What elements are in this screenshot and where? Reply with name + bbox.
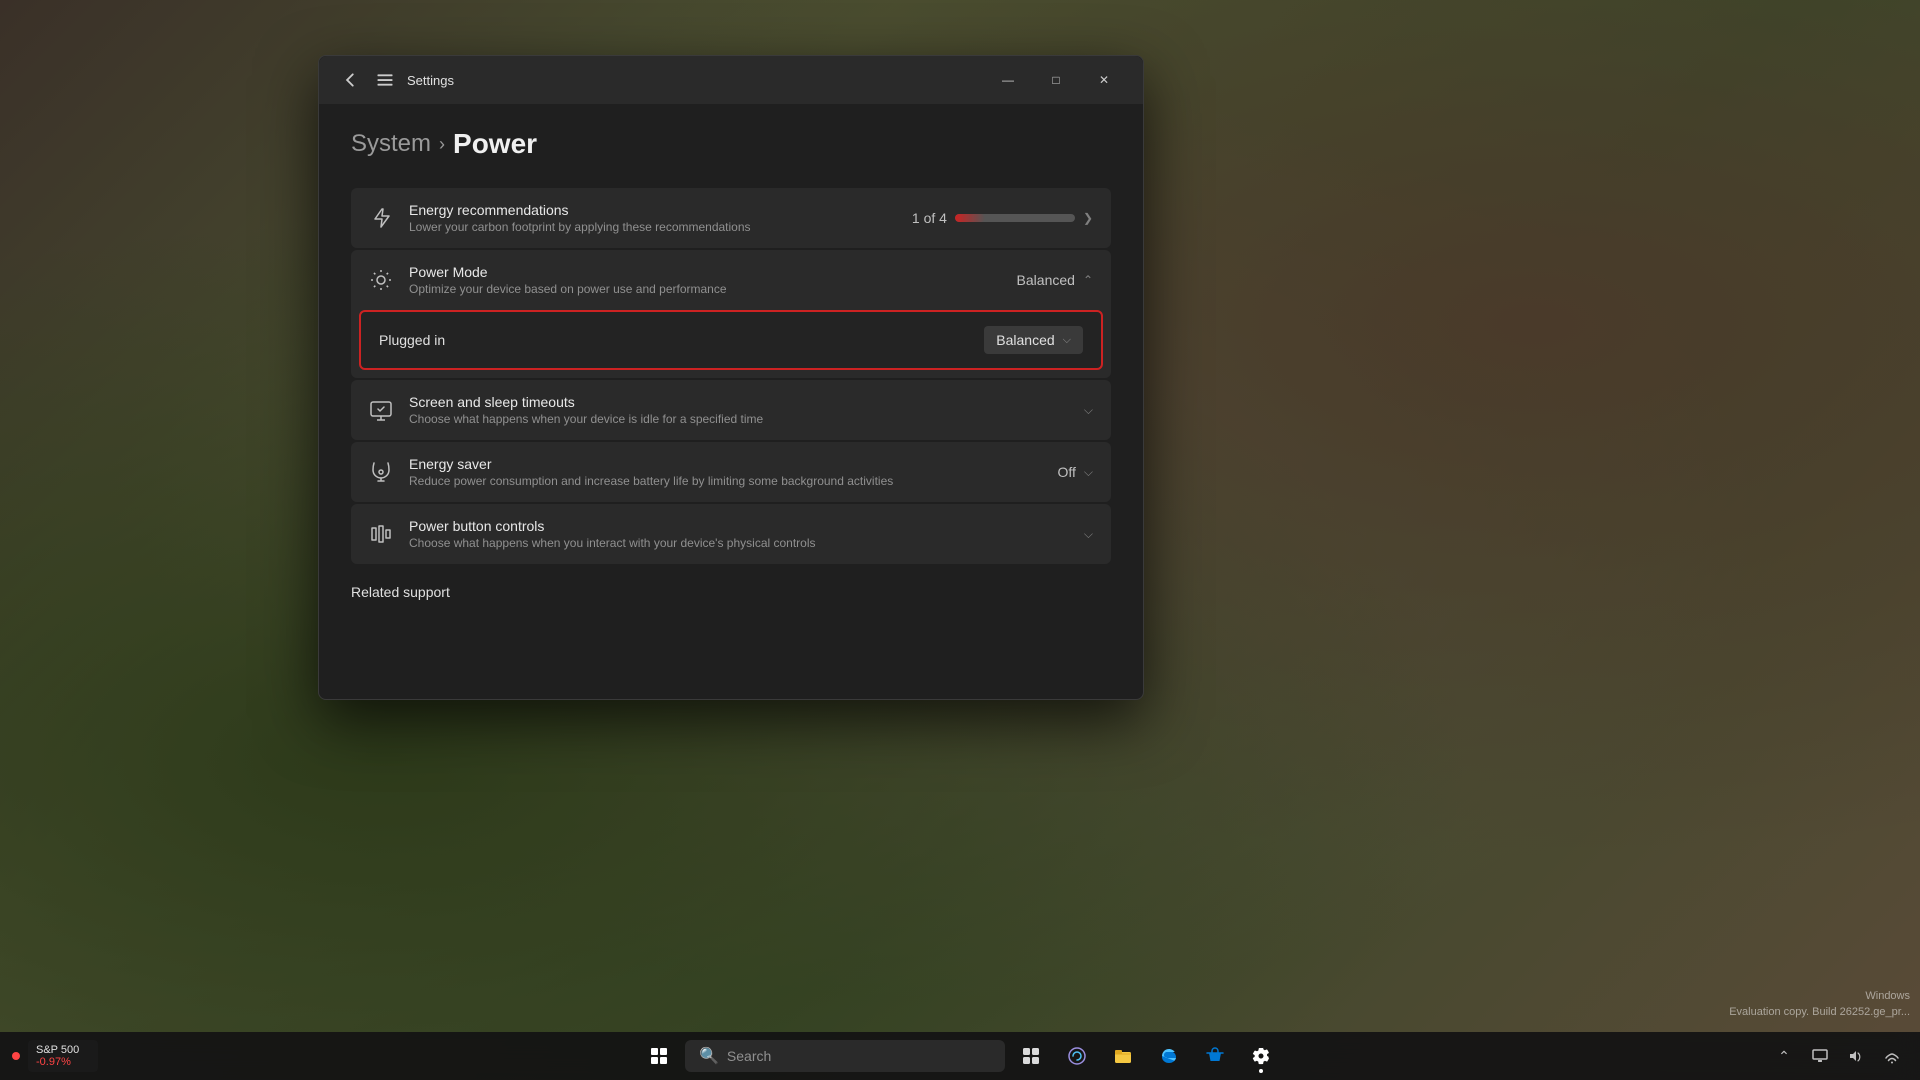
breadcrumb-current: Power — [453, 128, 537, 160]
energy-saver-text: Energy saver Reduce power consumption an… — [409, 456, 1041, 488]
power-button-right: ⌵ — [1084, 527, 1093, 542]
energy-progress-bar — [955, 214, 1075, 222]
screen-sleep-desc: Choose what happens when your device is … — [409, 412, 1068, 426]
power-mode-title: Power Mode — [409, 264, 1001, 280]
power-button-title: Power button controls — [409, 518, 1068, 534]
related-support-label: Related support — [351, 584, 450, 600]
energy-recommendations-desc: Lower your carbon footprint by applying … — [409, 220, 896, 234]
energy-recommendations-chevron-icon: ❯ — [1083, 211, 1093, 225]
windows-watermark: Windows Evaluation copy. Build 26252.ge_… — [1729, 989, 1910, 1020]
store-button[interactable] — [1195, 1036, 1235, 1076]
window-title: Settings — [407, 73, 454, 88]
settings-window: Settings — □ ✕ System › Power — [318, 55, 1144, 700]
screen-sleep-title: Screen and sleep timeouts — [409, 394, 1068, 410]
taskbar-search-icon: 🔍 — [699, 1046, 719, 1066]
screen-sleep-right: ⌵ — [1084, 403, 1093, 418]
settings-app-button[interactable] — [1241, 1036, 1281, 1076]
energy-recommendations-item[interactable]: Energy recommendations Lower your carbon… — [351, 188, 1111, 248]
title-bar: Settings — □ ✕ — [319, 56, 1143, 104]
stock-ticker[interactable]: S&P 500 -0.97% — [28, 1040, 98, 1072]
energy-saver-value: Off — [1057, 464, 1075, 480]
settings-content: System › Power Energy recommendations Lo… — [319, 104, 1143, 699]
maximize-button[interactable]: □ — [1033, 64, 1079, 96]
hamburger-menu-button[interactable] — [371, 66, 399, 94]
display-icon[interactable] — [1804, 1040, 1836, 1072]
watermark-line2: Evaluation copy. Build 26252.ge_pr... — [1729, 1005, 1910, 1020]
minimize-button[interactable]: — — [985, 64, 1031, 96]
screen-sleep-item[interactable]: Screen and sleep timeouts Choose what ha… — [351, 380, 1111, 440]
energy-saver-icon — [369, 460, 393, 484]
stock-name: S&P 500 — [36, 1044, 79, 1056]
copilot-button[interactable] — [1057, 1036, 1097, 1076]
energy-saver-desc: Reduce power consumption and increase ba… — [409, 474, 1041, 488]
energy-progress-label: 1 of 4 — [912, 210, 947, 226]
power-mode-right: Balanced ⌃ — [1017, 272, 1093, 288]
screen-sleep-icon — [369, 398, 393, 422]
taskbar-right: ⌃ — [1768, 1040, 1908, 1072]
power-mode-text: Power Mode Optimize your device based on… — [409, 264, 1001, 296]
stock-indicator — [12, 1052, 20, 1060]
energy-saver-right: Off ⌵ — [1057, 464, 1093, 480]
watermark-line1: Windows — [1729, 989, 1910, 1004]
taskbar-center: 🔍 Search — [639, 1036, 1281, 1076]
power-mode-value: Balanced — [1017, 272, 1075, 288]
power-mode-chevron-icon: ⌃ — [1083, 273, 1093, 287]
file-explorer-button[interactable] — [1103, 1036, 1143, 1076]
energy-saver-chevron-icon: ⌵ — [1084, 465, 1093, 480]
power-mode-icon — [369, 268, 393, 292]
plugged-in-dropdown[interactable]: Balanced ⌵ — [984, 326, 1083, 354]
screen-sleep-chevron-icon: ⌵ — [1084, 403, 1093, 418]
plugged-in-label: Plugged in — [379, 332, 445, 348]
volume-icon[interactable] — [1840, 1040, 1872, 1072]
power-button-icon — [369, 522, 393, 546]
start-button[interactable] — [639, 1036, 679, 1076]
stock-change: -0.97% — [36, 1056, 71, 1068]
power-button-desc: Choose what happens when you interact wi… — [409, 536, 1068, 550]
breadcrumb-parent[interactable]: System — [351, 130, 431, 158]
breadcrumb-separator: › — [439, 134, 445, 155]
power-mode-item[interactable]: Power Mode Optimize your device based on… — [351, 250, 1111, 378]
network-icon[interactable] — [1876, 1040, 1908, 1072]
notification-chevron[interactable]: ⌃ — [1768, 1040, 1800, 1072]
power-button-text: Power button controls Choose what happen… — [409, 518, 1068, 550]
back-button[interactable] — [335, 66, 363, 94]
title-bar-left: Settings — [335, 66, 985, 94]
power-mode-header[interactable]: Power Mode Optimize your device based on… — [351, 250, 1111, 310]
energy-recommendations-right: 1 of 4 ❯ — [912, 210, 1093, 226]
edge-button[interactable] — [1149, 1036, 1189, 1076]
window-controls: — □ ✕ — [985, 64, 1127, 96]
plugged-in-dropdown-arrow-icon: ⌵ — [1063, 334, 1071, 347]
power-mode-desc: Optimize your device based on power use … — [409, 282, 1001, 296]
power-button-chevron-icon: ⌵ — [1084, 527, 1093, 542]
settings-list: Energy recommendations Lower your carbon… — [351, 188, 1111, 564]
energy-progress-fill — [955, 214, 985, 222]
related-support[interactable]: Related support — [351, 584, 1111, 600]
energy-recommendations-title: Energy recommendations — [409, 202, 896, 218]
taskbar-system-icons: ⌃ — [1768, 1040, 1908, 1072]
energy-saver-item[interactable]: Energy saver Reduce power consumption an… — [351, 442, 1111, 502]
taskbar-left: S&P 500 -0.97% — [12, 1040, 98, 1072]
power-button-item[interactable]: Power button controls Choose what happen… — [351, 504, 1111, 564]
energy-recommendations-text: Energy recommendations Lower your carbon… — [409, 202, 896, 234]
close-button[interactable]: ✕ — [1081, 64, 1127, 96]
widgets-button[interactable] — [1011, 1036, 1051, 1076]
taskbar-search-text: Search — [727, 1048, 771, 1064]
taskbar-search[interactable]: 🔍 Search — [685, 1040, 1005, 1072]
plugged-in-item[interactable]: Plugged in Balanced ⌵ — [359, 310, 1103, 370]
plugged-in-value: Balanced — [996, 332, 1054, 348]
desktop: Settings — □ ✕ System › Power — [0, 0, 1920, 1080]
breadcrumb: System › Power — [351, 128, 1111, 160]
screen-sleep-text: Screen and sleep timeouts Choose what ha… — [409, 394, 1068, 426]
taskbar: S&P 500 -0.97% 🔍 Search — [0, 1032, 1920, 1080]
energy-recommendations-icon — [369, 206, 393, 230]
energy-saver-title: Energy saver — [409, 456, 1041, 472]
